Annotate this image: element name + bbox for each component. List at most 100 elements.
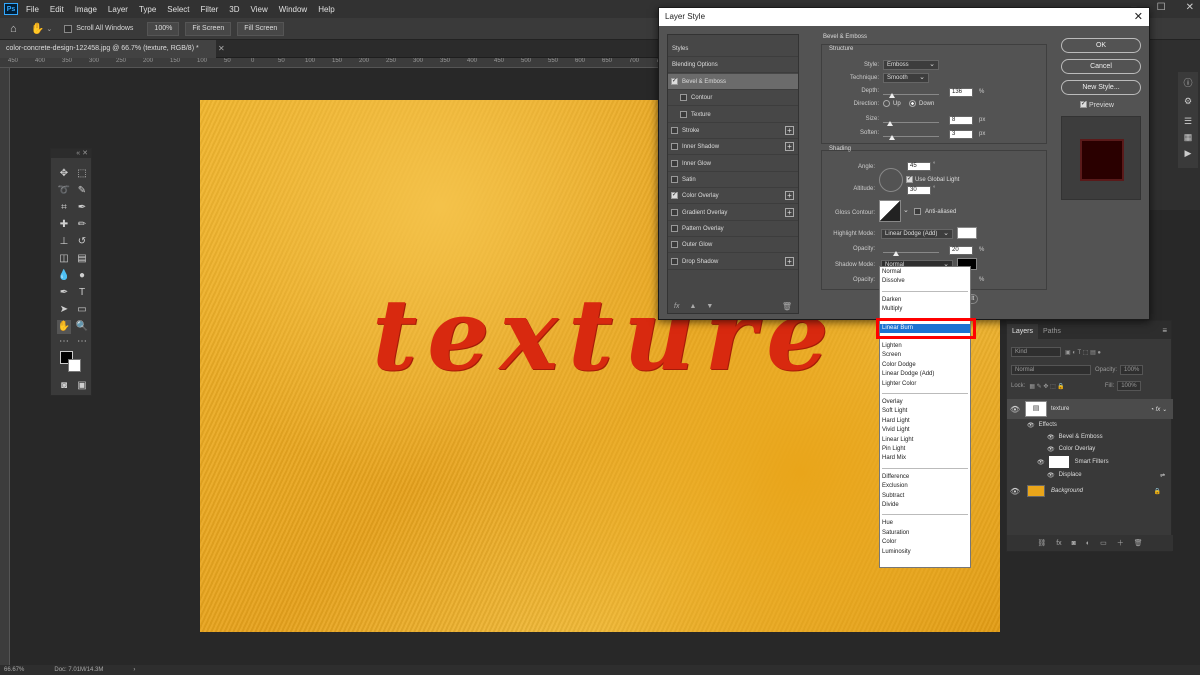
add-effect-icon[interactable]: + <box>785 126 794 135</box>
effect-row-color-overlay[interactable]: 👁 Color Overlay <box>1007 443 1173 455</box>
soften-slider-thumb[interactable] <box>889 135 895 140</box>
menu-3d[interactable]: 3D <box>229 5 239 14</box>
brush-tool-icon[interactable]: ✏ <box>75 218 89 232</box>
highlight-color-swatch[interactable] <box>957 227 977 239</box>
blend-option[interactable]: Divide <box>880 501 970 511</box>
style-select[interactable]: Emboss <box>883 60 939 70</box>
new-group-icon[interactable]: ▭ <box>1100 539 1107 547</box>
blend-option[interactable]: Saturation <box>880 529 970 539</box>
style-checkbox[interactable] <box>671 241 678 248</box>
style-checkbox[interactable] <box>680 111 687 118</box>
new-layer-icon[interactable]: ＋ <box>1117 538 1124 548</box>
altitude-input[interactable]: 30 <box>907 186 931 195</box>
angle-input[interactable]: 45 <box>907 162 931 171</box>
blend-option[interactable]: Vivid Light <box>880 426 970 436</box>
style-checkbox[interactable] <box>671 160 678 167</box>
blend-option[interactable]: Multiply <box>880 305 970 315</box>
style-checkbox[interactable] <box>671 225 678 232</box>
eye-icon[interactable]: 👁 <box>1047 446 1055 453</box>
chevron-right-icon[interactable]: › <box>133 667 135 673</box>
fx-icon[interactable]: fx <box>674 303 679 310</box>
eye-icon[interactable]: 👁 <box>1007 405 1023 414</box>
menu-type[interactable]: Type <box>139 5 156 14</box>
style-row-drop-shadow[interactable]: Drop Shadow + <box>668 254 798 270</box>
style-row-outer-glow[interactable]: Outer Glow <box>668 237 798 253</box>
hand-tool-icon[interactable]: ✋ <box>31 22 45 35</box>
blend-option[interactable]: Linear Dodge (Add) <box>880 370 970 380</box>
style-row-styles[interactable]: Styles <box>668 41 798 57</box>
add-effect-icon[interactable]: + <box>785 191 794 200</box>
up-radio[interactable] <box>883 100 890 107</box>
tab-layers[interactable]: Layers <box>1007 324 1039 339</box>
home-icon[interactable]: ⌂ <box>10 23 17 35</box>
blend-option[interactable]: Dissolve <box>880 277 970 287</box>
history-brush-icon[interactable]: ↺ <box>75 235 89 249</box>
style-row-inner-shadow[interactable]: Inner Shadow + <box>668 139 798 155</box>
fill-screen-button[interactable]: Fill Screen <box>237 21 285 36</box>
eye-icon[interactable]: 👁 <box>1027 422 1035 429</box>
cancel-button[interactable]: Cancel <box>1061 59 1141 74</box>
move-tool-icon[interactable]: ✥ <box>57 167 71 181</box>
close-icon[interactable]: ✕ <box>1134 10 1143 23</box>
panel-menu-icon[interactable]: ≡ <box>1162 326 1167 335</box>
blend-option[interactable]: Soft Light <box>880 407 970 417</box>
layer-fill-input[interactable]: 100% <box>1117 381 1141 391</box>
lock-icons[interactable]: ▦ ✎ ✥ ⬚ 🔒 <box>1029 383 1065 390</box>
marquee-tool-icon[interactable]: ⬚ <box>75 167 89 181</box>
lock-icon[interactable]: 🔒 <box>1154 488 1161 495</box>
global-light-checkbox[interactable]: ✓ <box>906 176 913 183</box>
technique-select[interactable]: Smooth <box>883 73 929 83</box>
zoom-100-button[interactable]: 100% <box>147 21 180 36</box>
menu-filter[interactable]: Filter <box>201 5 219 14</box>
style-row-bevel-emboss[interactable]: ✓ Bevel & Emboss <box>668 74 798 90</box>
scroll-all-checkbox[interactable] <box>64 24 73 33</box>
play-icon[interactable]: ▶ <box>1182 148 1194 160</box>
ok-button[interactable]: OK <box>1061 38 1141 53</box>
blend-option[interactable]: Screen <box>880 351 970 361</box>
zoom-tool-icon[interactable]: 🔍 <box>75 320 89 334</box>
style-checkbox[interactable] <box>671 143 678 150</box>
filter-options-icon[interactable]: ⇌ <box>1160 472 1165 479</box>
anti-aliased-checkbox[interactable] <box>914 208 921 215</box>
layer-row-texture[interactable]: 👁 ▤ texture ◔ fx ⌄ <box>1007 399 1173 419</box>
tools-panel-header[interactable]: « ✕ <box>51 149 91 158</box>
layer-blend-mode-select[interactable]: Normal <box>1011 365 1091 375</box>
blend-option[interactable]: Pin Light <box>880 445 970 455</box>
style-row-color-overlay[interactable]: ✓ Color Overlay + <box>668 188 798 204</box>
dodge-tool-icon[interactable]: ● <box>75 269 89 283</box>
quick-select-icon[interactable]: ✎ <box>75 184 89 198</box>
layer-row-background[interactable]: 👁 Background 🔒 <box>1007 481 1173 501</box>
effect-row-bevel[interactable]: 👁 Bevel & Emboss <box>1007 431 1173 443</box>
background-color-swatch[interactable] <box>68 359 81 372</box>
blend-option[interactable]: Color <box>880 538 970 548</box>
gradient-tool-icon[interactable]: ▤ <box>75 252 89 266</box>
adjustments-icon[interactable]: ⚙ <box>1182 96 1194 108</box>
eye-icon[interactable]: 👁 <box>1037 459 1045 466</box>
smart-filters-row[interactable]: 👁 Smart Filters <box>1007 455 1173 469</box>
type-tool-icon[interactable]: T <box>75 286 89 300</box>
maximize-icon[interactable]: ☐ <box>1157 2 1166 13</box>
blend-option[interactable]: Color Dodge <box>880 361 970 371</box>
gloss-contour-picker[interactable] <box>879 200 901 222</box>
edit-toolbar-icon[interactable]: ⋯ <box>57 335 71 349</box>
soften-input[interactable]: 3 <box>949 130 973 139</box>
menu-layer[interactable]: Layer <box>108 5 128 14</box>
chevron-down-icon[interactable]: ⌄ <box>903 206 909 214</box>
info-icon[interactable]: ⓘ <box>1182 76 1194 88</box>
fit-screen-button[interactable]: Fit Screen <box>185 21 232 36</box>
more-tools-icon[interactable]: ⋯ <box>75 335 89 349</box>
link-icon[interactable]: ⛓ <box>1037 539 1046 547</box>
fx-icon[interactable]: ◔ fx ⌄ <box>1150 406 1167 413</box>
zoom-readout[interactable]: 66.67% <box>4 667 24 673</box>
lasso-tool-icon[interactable]: ➰ <box>57 184 71 198</box>
trash-icon[interactable]: 🗑 <box>782 302 792 311</box>
move-down-icon[interactable]: ▼ <box>706 303 713 310</box>
add-mask-icon[interactable]: ◙ <box>1072 540 1076 547</box>
move-up-icon[interactable]: ▲ <box>689 303 696 310</box>
blend-option[interactable]: Hard Light <box>880 417 970 427</box>
blend-option[interactable]: Lighten <box>880 342 970 352</box>
highlight-opacity-slider[interactable] <box>883 252 939 253</box>
blend-option[interactable]: Overlay <box>880 398 970 408</box>
blend-option[interactable]: Luminosity <box>880 548 970 558</box>
adjustment-layer-icon[interactable]: ◐ <box>1086 540 1090 547</box>
